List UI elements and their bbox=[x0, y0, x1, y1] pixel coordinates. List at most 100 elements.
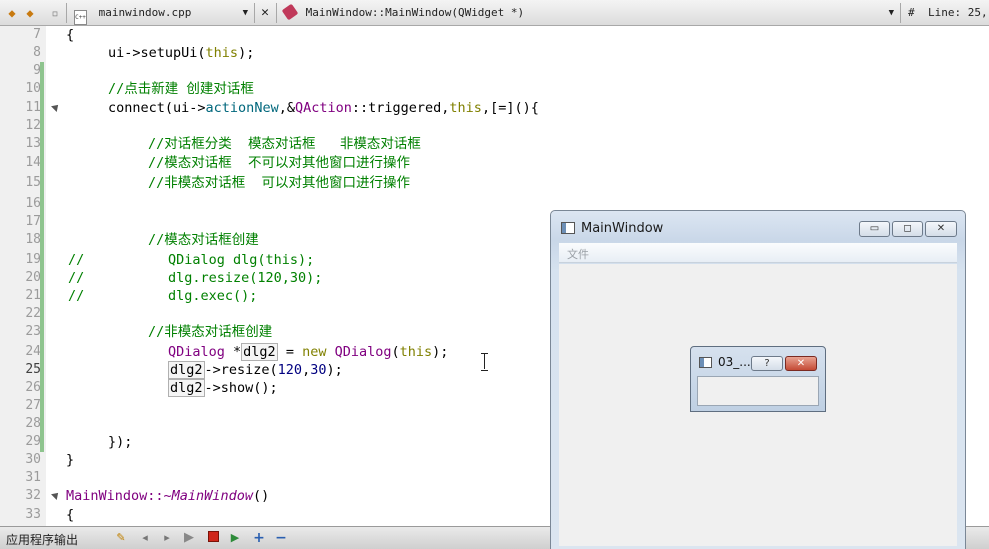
code-line-15-comment[interactable]: //非模态对话框 可以对其他窗口进行操作 bbox=[148, 174, 410, 192]
output-pane-title[interactable]: 应用程序输出 bbox=[6, 531, 78, 548]
editor-toolbar: ◆ ◆ ▫ C++ mainwindow.cpp ▼ ✕ MainWindow:… bbox=[0, 0, 989, 26]
dialog-title: 03_... bbox=[718, 355, 751, 369]
code-line-7: { bbox=[66, 27, 75, 43]
minimize-button[interactable]: ▭ bbox=[859, 221, 890, 237]
function-name: MainWindow::MainWindow(QWidget *) bbox=[305, 6, 525, 19]
code-line-26[interactable]: dlg2 ->show(); bbox=[168, 379, 278, 397]
symbol-highlight: dlg2 bbox=[168, 361, 205, 379]
text-cursor-icon bbox=[481, 353, 488, 371]
line-number: 14 bbox=[25, 155, 41, 170]
modified-lines-marker bbox=[40, 62, 44, 452]
code-line-14-comment[interactable]: //模态对话框 不可以对其他窗口进行操作 bbox=[148, 154, 410, 172]
line-number: 10 bbox=[25, 81, 41, 96]
symbol-highlight: dlg2 bbox=[168, 379, 205, 397]
line-number: 17 bbox=[25, 214, 41, 229]
line-number: 20 bbox=[25, 270, 41, 285]
window-icon bbox=[561, 222, 575, 234]
line-number: 31 bbox=[25, 470, 41, 485]
line-number: 8 bbox=[33, 45, 41, 60]
code-line-25[interactable]: dlg2 ->resize(120,30); bbox=[168, 361, 343, 379]
line-number: 13 bbox=[25, 136, 41, 151]
line-number: 33 bbox=[25, 507, 41, 522]
code-line-10-comment[interactable]: //点击新建 创建对话框 bbox=[108, 80, 254, 98]
function-selector[interactable]: MainWindow::MainWindow(QWidget *) ▼ bbox=[281, 3, 898, 22]
line-number: 24 bbox=[25, 344, 41, 359]
line-number: 30 bbox=[25, 452, 41, 467]
code-line-21-slashes: // bbox=[68, 288, 85, 304]
toolbar-separator bbox=[66, 3, 67, 23]
code-line-20-slashes: // bbox=[68, 270, 85, 286]
close-button[interactable]: ✕ bbox=[925, 221, 957, 237]
cpp-file-icon: C++ bbox=[74, 10, 87, 25]
code-line-18-comment[interactable]: //模态对话框创建 bbox=[148, 231, 259, 249]
menu-bar: 文件 bbox=[559, 243, 957, 263]
toolbar-separator bbox=[900, 3, 901, 23]
menu-file[interactable]: 文件 bbox=[567, 246, 589, 262]
zoom-in-icon[interactable]: + bbox=[252, 531, 266, 545]
line-number: 18 bbox=[25, 232, 41, 247]
toolbar-separator bbox=[276, 3, 277, 23]
line-number: 28 bbox=[25, 416, 41, 431]
maximize-button[interactable]: ◻ bbox=[892, 221, 923, 237]
chevron-down-icon[interactable]: ▼ bbox=[243, 4, 248, 22]
help-icon: ? bbox=[764, 358, 770, 369]
code-line-13-comment[interactable]: //对话框分类 模态对话框 非模态对话框 bbox=[148, 135, 421, 153]
code-line-24[interactable]: QDialog * dlg2 = new QDialog(this); bbox=[168, 343, 448, 361]
function-icon bbox=[281, 3, 299, 21]
help-button[interactable]: ? bbox=[751, 356, 783, 371]
line-number: 32 bbox=[25, 488, 41, 503]
lock-icon[interactable]: ▫ bbox=[48, 4, 62, 22]
stop-icon[interactable] bbox=[206, 531, 220, 545]
line-number: 26 bbox=[25, 380, 41, 395]
main-window-title: MainWindow bbox=[581, 221, 664, 236]
line-column-indicator[interactable]: Line: 25, bbox=[928, 4, 988, 22]
output-icon[interactable]: ✎ bbox=[114, 531, 128, 545]
run-icon[interactable]: ▶ bbox=[182, 531, 196, 545]
dialog-client-area bbox=[697, 376, 819, 406]
code-line-8[interactable]: ui->setupUi(this); bbox=[108, 44, 254, 62]
maximize-icon: ◻ bbox=[903, 223, 912, 234]
debug-run-icon[interactable]: ▶ bbox=[228, 531, 242, 545]
chevron-down-icon[interactable]: ▼ bbox=[889, 4, 894, 22]
line-number: 16 bbox=[25, 196, 41, 211]
line-number: 22 bbox=[25, 306, 41, 321]
line-number: 11 bbox=[25, 100, 41, 115]
code-line-21[interactable]: dlg.exec(); bbox=[168, 287, 257, 305]
line-number: 23 bbox=[25, 324, 41, 339]
line-number: 12 bbox=[25, 118, 41, 133]
symbol-highlight: dlg2 bbox=[241, 343, 278, 361]
toolbar-separator bbox=[254, 3, 255, 23]
line-number: 19 bbox=[25, 252, 41, 267]
file-name: mainwindow.cpp bbox=[98, 6, 192, 19]
code-line-29[interactable]: }); bbox=[108, 433, 132, 451]
minimize-icon: ▭ bbox=[869, 223, 880, 234]
line-number: 27 bbox=[25, 398, 41, 413]
dialog-close-button[interactable]: ✕ bbox=[785, 356, 817, 371]
file-selector[interactable]: C++ mainwindow.cpp ▼ bbox=[74, 4, 252, 25]
hash-label: # bbox=[908, 6, 915, 19]
previous-icon[interactable]: ◂ bbox=[138, 531, 152, 545]
line-number: 21 bbox=[25, 288, 41, 303]
code-line-19[interactable]: QDialog dlg(this); bbox=[168, 251, 314, 269]
line-number: 9 bbox=[33, 63, 41, 78]
next-icon[interactable]: ▸ bbox=[160, 531, 174, 545]
code-line-30[interactable]: } bbox=[66, 451, 74, 469]
back-arrow-icon[interactable]: ◆ bbox=[4, 4, 20, 22]
line-number: 15 bbox=[25, 175, 41, 190]
close-icon: ✕ bbox=[796, 358, 806, 369]
code-line-33[interactable]: { bbox=[66, 506, 74, 524]
line-number-current: 25 bbox=[25, 362, 41, 377]
code-line-11[interactable]: connect(ui->actionNew,&QAction::triggere… bbox=[108, 99, 539, 117]
code-line-23-comment[interactable]: //非模态对话框创建 bbox=[148, 323, 272, 341]
code-line-32[interactable]: MainWindow::~MainWindow() bbox=[66, 487, 269, 505]
line-number: 29 bbox=[25, 434, 41, 449]
close-icon: ✕ bbox=[936, 223, 946, 234]
forward-arrow-icon[interactable]: ◆ bbox=[22, 4, 38, 22]
window-icon bbox=[699, 357, 712, 368]
zoom-out-icon[interactable]: − bbox=[274, 531, 288, 545]
code-line-19-slashes: // bbox=[68, 252, 85, 268]
line-number: 7 bbox=[33, 27, 41, 42]
close-document-icon[interactable]: ✕ bbox=[258, 4, 272, 22]
modeless-dialog[interactable]: 03_... ? ✕ bbox=[690, 346, 826, 412]
code-line-20[interactable]: dlg.resize(120,30); bbox=[168, 269, 322, 287]
